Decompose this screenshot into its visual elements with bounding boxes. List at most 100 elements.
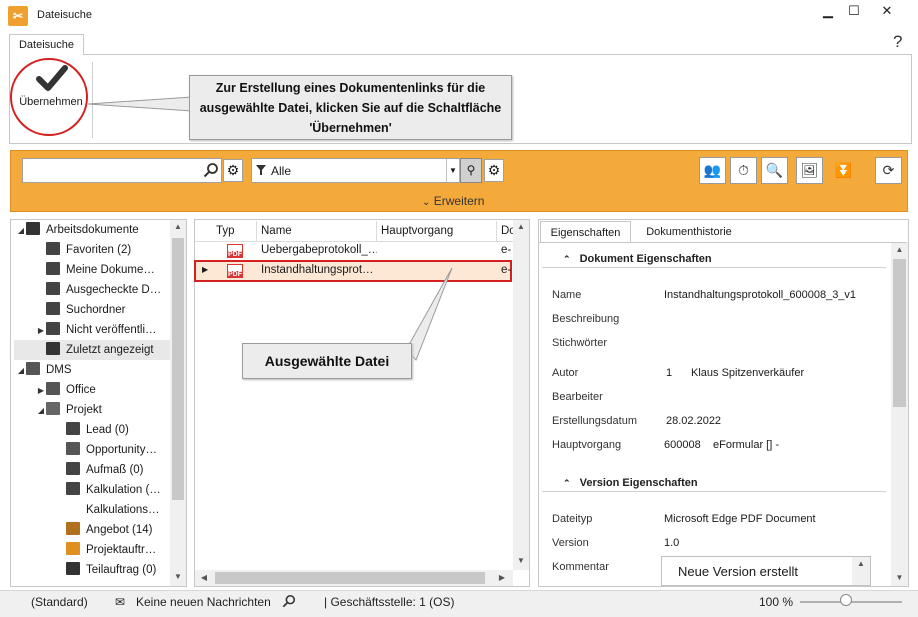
timer-icon[interactable]: ⏱ — [730, 157, 757, 184]
label-description: Beschreibung — [552, 313, 620, 325]
pdf-file-icon: PDF — [227, 244, 243, 258]
scroll-left-icon[interactable]: ◀ — [197, 571, 211, 585]
props-scroll-thumb[interactable] — [893, 259, 906, 407]
callout-apply: Zur Erstellung eines Dokumentenlinks für… — [189, 75, 512, 140]
folder-tree: ◢ Arbeitsdokumente Favoriten (2) Meine Doku… — [14, 220, 170, 580]
title-bar — [0, 0, 918, 30]
tree-item[interactable]: ▶ Office — [14, 380, 170, 400]
tag-icon — [66, 522, 80, 535]
status-messages[interactable]: Keine neuen Nachrichten — [136, 595, 271, 609]
tree-item[interactable]: ◢ Arbeitsdokumente — [14, 220, 170, 240]
apply-button[interactable]: Übernehmen — [13, 58, 89, 136]
expand-arrow-icon[interactable]: ▶ — [36, 321, 46, 340]
expand-toggle[interactable]: ⌄ Erweitern — [422, 194, 484, 208]
collapse-arrow-icon[interactable]: ◢ — [16, 361, 26, 380]
tree-item[interactable]: Meine Dokume… — [14, 260, 170, 280]
scroll-down-icon[interactable]: ▼ — [170, 570, 186, 584]
list-horizontal-scrollbar[interactable]: ◀ ▶ — [195, 570, 513, 586]
value-main-desc: eFormular [] - — [713, 439, 780, 451]
refresh-icon[interactable]: ⟳ — [875, 157, 902, 184]
tree-scroll-thumb[interactable] — [172, 238, 184, 500]
scroll-up-icon[interactable]: ▲ — [513, 220, 529, 234]
column-name[interactable]: Name — [257, 221, 377, 241]
label-comment: Kommentar — [552, 561, 609, 573]
tree-item-label: Arbeitsdokumente — [46, 224, 139, 236]
image-document-icon[interactable]: 🖼 — [796, 157, 823, 184]
search-settings-gear-icon[interactable]: ⚙ — [223, 159, 243, 182]
list-hscroll-thumb[interactable] — [215, 572, 485, 584]
help-icon[interactable]: ? — [893, 32, 902, 52]
list-vertical-scrollbar[interactable]: ▲ ▼ — [513, 220, 529, 570]
search-icon[interactable] — [203, 162, 219, 178]
expand-arrow-icon[interactable]: ▶ — [36, 381, 46, 400]
tree-item-label: Aufmaß (0) — [86, 464, 144, 476]
search-document-icon[interactable]: 🔍 — [761, 157, 788, 184]
tree-scrollbar[interactable]: ▲ ▼ — [170, 220, 186, 586]
users-icon[interactable]: 👥 — [699, 157, 726, 184]
tree-item[interactable]: Projektauftr… — [14, 540, 170, 560]
scroll-right-icon[interactable]: ▶ — [495, 571, 509, 585]
status-profile[interactable]: (Standard) — [31, 595, 88, 609]
tree-item[interactable]: Angebot (14) — [14, 520, 170, 540]
tree-item[interactable]: Lead (0) — [14, 420, 170, 440]
section-document-properties[interactable]: ⌃ Dokument Eigenschaften — [563, 253, 712, 265]
tree-item[interactable]: Favoriten (2) — [14, 240, 170, 260]
tree-item-label: DMS — [46, 364, 72, 376]
tree-item[interactable]: Suchordner — [14, 300, 170, 320]
section-version-properties[interactable]: ⌃ Version Eigenschaften — [563, 477, 698, 489]
tree-item-label: Lead (0) — [86, 424, 129, 436]
search-input[interactable] — [22, 158, 222, 183]
search-icon[interactable] — [282, 594, 296, 608]
scroll-up-icon[interactable]: ▲ — [891, 243, 908, 257]
table-row[interactable]: PDF Uebergabeprotokoll_… e- — [195, 242, 513, 260]
scroll-down-icon[interactable]: ▼ — [891, 571, 908, 585]
props-scrollbar[interactable]: ▲ ▼ — [891, 243, 908, 586]
maximize-button[interactable]: ☐ — [839, 2, 869, 20]
mail-icon: ✉ — [115, 595, 126, 609]
zoom-slider-thumb[interactable] — [839, 594, 852, 606]
comment-scrollbar[interactable]: ▲ — [852, 557, 870, 585]
status-branch: | Geschäftsstelle: 1 (OS) — [324, 595, 455, 609]
column-main-process[interactable]: Hauptvorgang — [377, 221, 497, 241]
tree-item[interactable]: ◢ Projekt — [14, 400, 170, 420]
collapse-arrow-icon[interactable]: ◢ — [36, 401, 46, 420]
scroll-up-icon[interactable]: ▲ — [852, 557, 870, 571]
pin-filter-icon[interactable]: ⚲ — [460, 158, 482, 183]
scroll-down-icon[interactable]: ▼ — [513, 554, 529, 568]
label-name: Name — [552, 289, 582, 301]
tree-item[interactable]: ▶ Nicht veröffentli… — [14, 320, 170, 340]
props-tab-divider — [539, 242, 907, 243]
filter-settings-gear-icon[interactable]: ⚙ — [484, 159, 504, 182]
close-button[interactable]: ✕ — [872, 2, 902, 20]
chevron-down-icon[interactable]: ▼ — [446, 159, 459, 182]
column-doc[interactable]: Do — [497, 221, 513, 241]
tab-eigenschaften[interactable]: Eigenschaften — [540, 221, 631, 243]
tab-dokumenthistorie[interactable]: Dokumenthistorie — [634, 221, 744, 243]
tree-item[interactable]: Teilauftrag (0) — [14, 560, 170, 580]
row-doc: e- — [501, 264, 512, 276]
tab-dateisuche[interactable]: Dateisuche — [9, 34, 84, 55]
table-row[interactable]: ▶ PDF Instandhaltungsprot… e- — [195, 262, 513, 280]
row-name: Instandhaltungsprot… — [261, 264, 374, 276]
tree-item-label: Meine Dokume… — [66, 264, 155, 276]
label-version: Version — [552, 537, 589, 549]
scroll-up-icon[interactable]: ▲ — [170, 220, 186, 234]
label-keywords: Stichwörter — [552, 337, 608, 349]
filter-document-icon[interactable]: ⏬ — [830, 157, 857, 184]
tree-item-label: Suchordner — [66, 304, 126, 316]
ribbon-tab-strip — [0, 30, 918, 54]
chevron-up-icon: ⌃ — [563, 478, 571, 488]
tree-item[interactable]: Opportunity… — [14, 440, 170, 460]
tree-item[interactable]: Kalkulation (… — [14, 480, 170, 500]
tree-item[interactable]: Zuletzt angezeigt — [14, 340, 170, 360]
tree-item[interactable]: ◢ DMS — [14, 360, 170, 380]
comment-field[interactable]: Neue Version erstellt ▲ — [661, 556, 871, 586]
tree-item[interactable]: Aufmaß (0) — [14, 460, 170, 480]
tree-item[interactable]: Kalkulations… — [14, 500, 170, 520]
gear-icon — [46, 382, 60, 395]
order-icon — [66, 542, 80, 555]
star-folder-icon — [46, 242, 60, 255]
collapse-arrow-icon[interactable]: ◢ — [16, 221, 26, 240]
tree-item[interactable]: Ausgecheckte D… — [14, 280, 170, 300]
column-type[interactable]: Typ — [212, 221, 257, 241]
